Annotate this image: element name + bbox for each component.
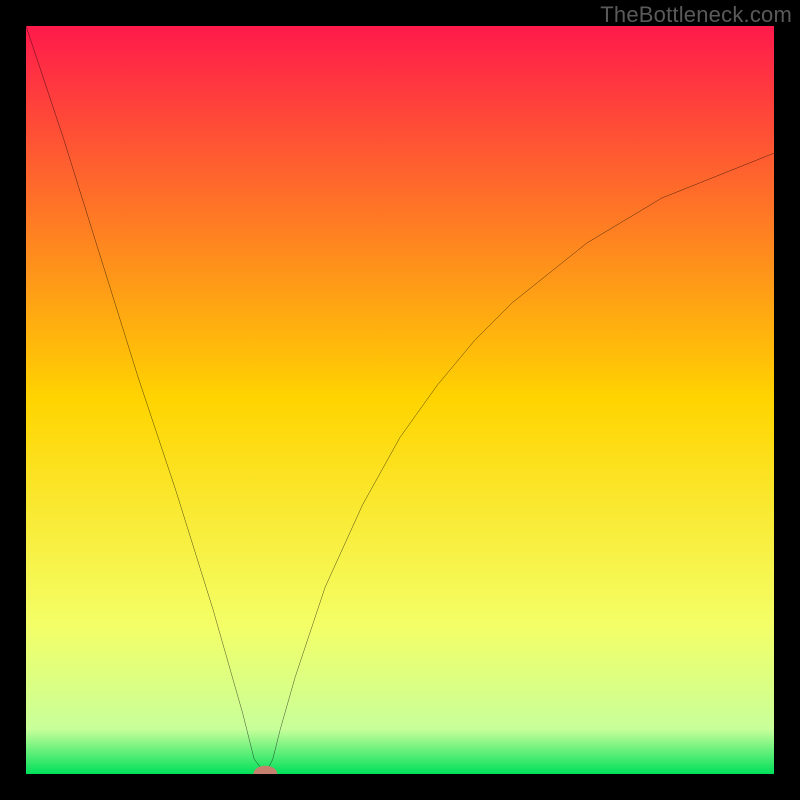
plot-svg: [26, 26, 774, 774]
gradient-background: [26, 26, 774, 774]
watermark-text: TheBottleneck.com: [600, 2, 792, 28]
bottleneck-plot: [26, 26, 774, 774]
chart-frame: TheBottleneck.com: [0, 0, 800, 800]
